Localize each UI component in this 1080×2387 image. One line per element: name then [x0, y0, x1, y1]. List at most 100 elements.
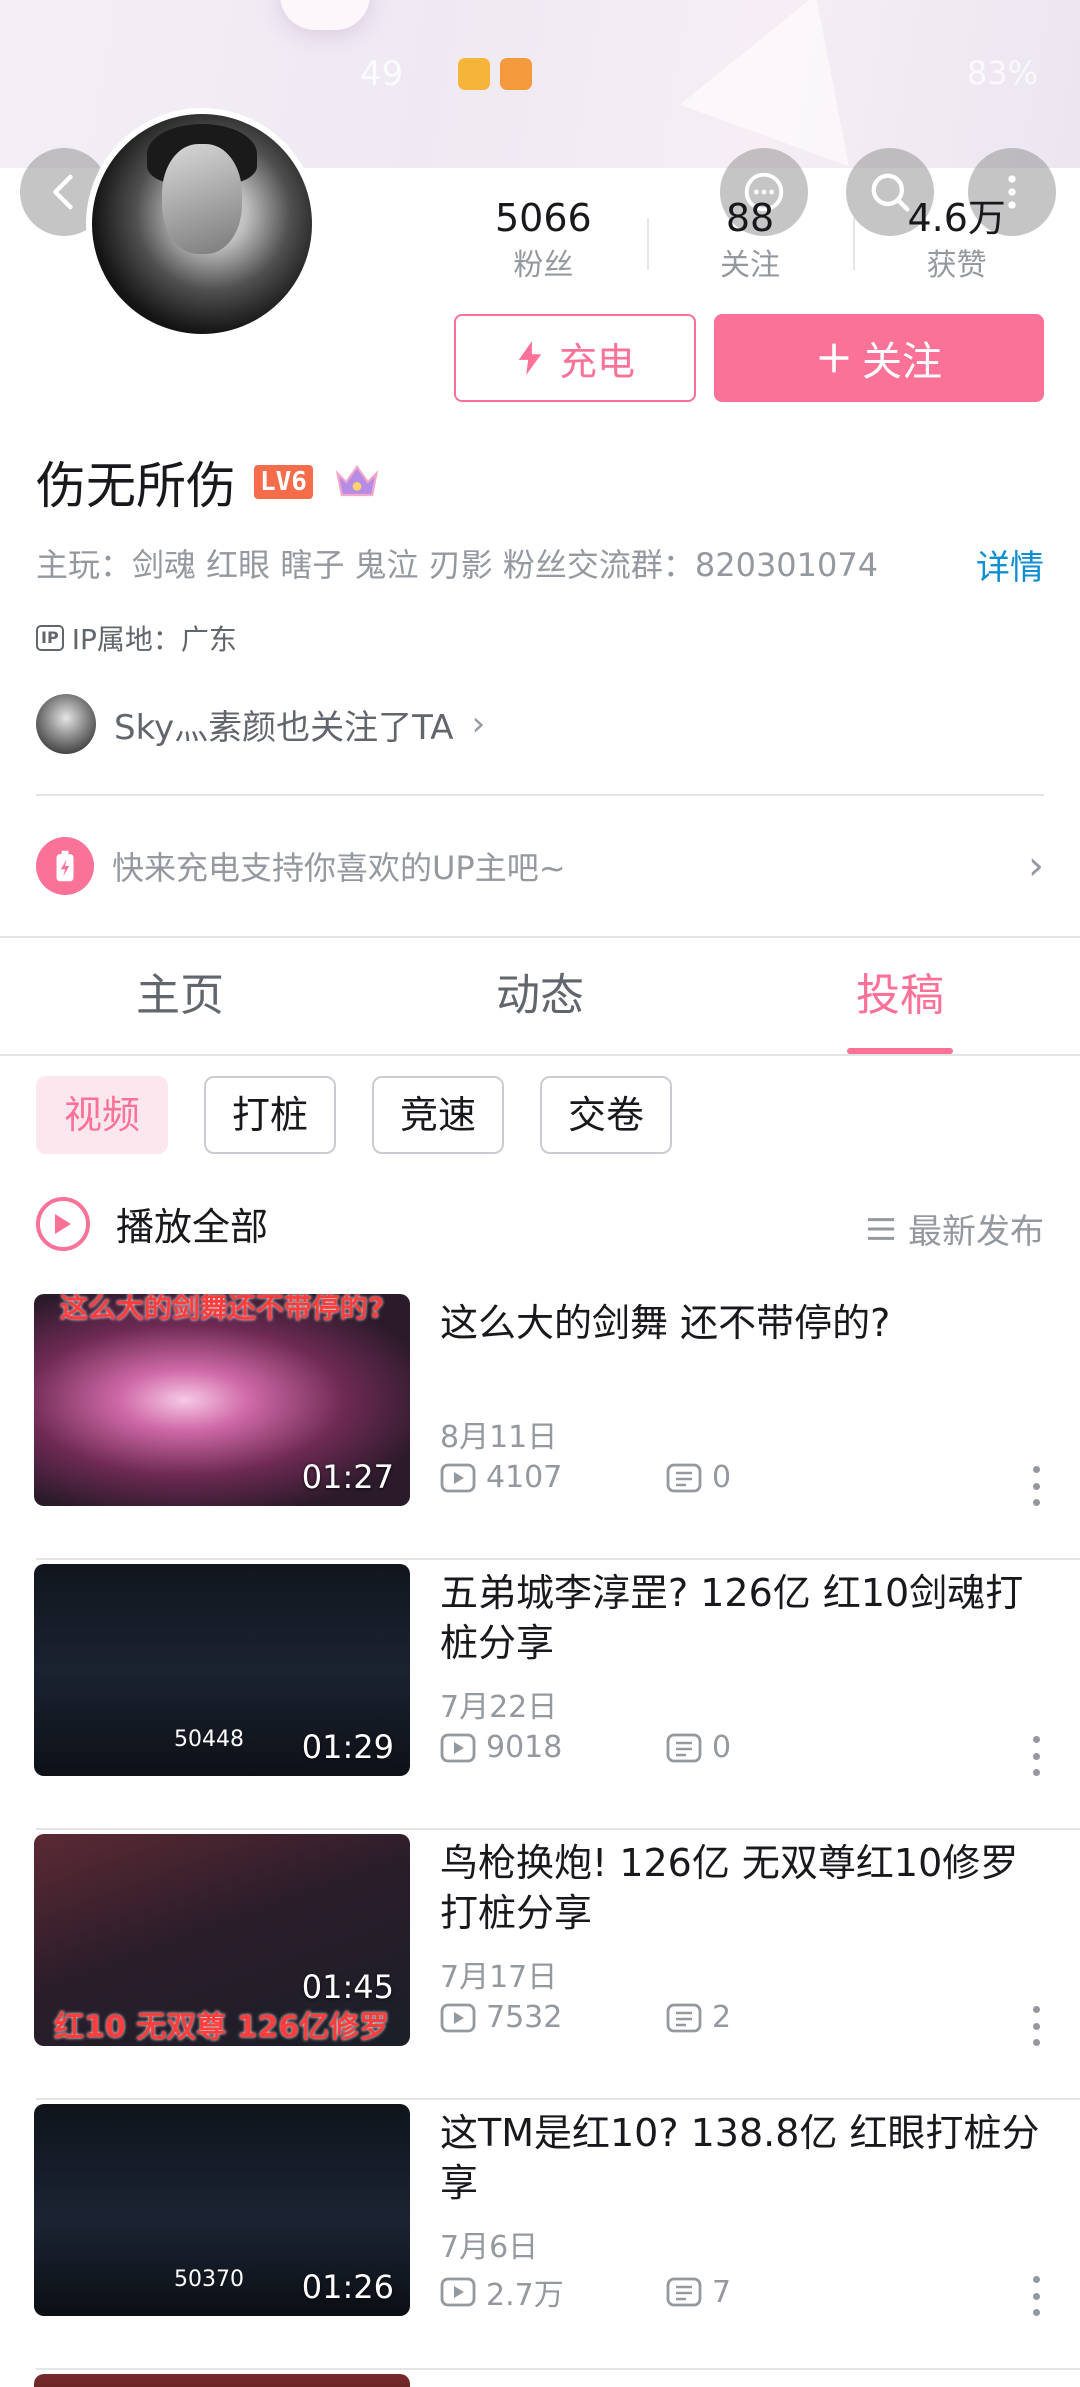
stat-likes[interactable]: 4.6万 获赞	[853, 190, 1060, 290]
comment-count-icon	[666, 2277, 702, 2307]
sort-button[interactable]: 最新发布	[866, 1204, 1044, 1253]
weibo-icon	[458, 58, 490, 90]
charge-button-label: 充电	[558, 339, 635, 384]
play-count: 9018	[486, 1730, 563, 1765]
chevron-left-icon	[53, 174, 73, 210]
chip-dazhuang[interactable]: 打桩	[204, 1076, 337, 1154]
thumbnail-caption: 这么大的剑舞还不带停的?	[59, 1294, 385, 1324]
stat-number: 4.6万	[907, 196, 1006, 240]
video-title[interactable]: 鸟枪换炮! 126亿 无双尊红10修罗 打桩分享	[440, 1838, 1040, 1938]
video-date: 7月17日	[440, 1960, 558, 1995]
video-stats: 7532 2	[440, 2000, 892, 2035]
video-item[interactable]: 50448 01:29 五弟城李淳罡? 126亿 红10剑魂打桩分享 7月22日…	[0, 1560, 1080, 1830]
more-vertical-icon[interactable]	[1032, 2006, 1040, 2046]
detail-link[interactable]: 详情	[976, 540, 1044, 589]
tab-dynamics[interactable]: 动态	[360, 940, 720, 1054]
level-badge: LV6	[254, 465, 313, 499]
more-vertical-icon[interactable]	[1032, 2276, 1040, 2316]
follow-button-label: 关注	[862, 339, 942, 385]
comment-count: 0	[712, 1730, 732, 1765]
battery-level: 83%	[966, 54, 1038, 92]
crown-badge-icon[interactable]	[331, 456, 383, 508]
status-bar: 49 83%	[0, 50, 1080, 94]
more-vertical-icon[interactable]	[1032, 1466, 1040, 1506]
tab-home[interactable]: 主页	[0, 940, 360, 1054]
video-date: 8月11日	[440, 1420, 558, 1455]
video-title[interactable]: 这么大的剑舞 还不带停的?	[440, 1298, 1040, 1348]
ip-icon: IP	[36, 625, 64, 651]
chevron-right-icon: ›	[1028, 843, 1044, 889]
video-thumbnail[interactable]: 红10 无双尊 126亿修罗 01:45	[34, 1834, 410, 2046]
stat-number: 88	[725, 196, 775, 240]
comment-count-icon	[666, 1733, 702, 1762]
chip-race[interactable]: 竞速	[372, 1076, 505, 1154]
profile-tabs: 主页 动态 投稿	[0, 940, 1080, 1056]
comment-count-icon	[666, 2003, 702, 2032]
comment-count: 7	[712, 2274, 732, 2310]
chip-video[interactable]: 视频	[36, 1076, 169, 1154]
battery-charge-icon	[36, 837, 94, 895]
video-stats: 4107 0	[440, 1460, 892, 1495]
video-title[interactable]: 这TM是红10? 138.8亿 红眼打桩分享	[440, 2108, 1040, 2208]
stat-label: 粉丝	[513, 248, 574, 283]
charge-button[interactable]: 充电	[454, 314, 696, 402]
video-date: 7月22日	[440, 1690, 558, 1725]
charge-banner-text: 快来充电支持你喜欢的UP主吧~	[112, 849, 566, 887]
list-icon	[867, 1217, 895, 1240]
video-item[interactable]: 50370 01:26 这TM是红10? 138.8亿 红眼打桩分享 7月6日 …	[0, 2100, 1080, 2370]
thumbnail-score: 50448	[174, 1727, 244, 1752]
video-thumbnail[interactable]: 50370 01:26	[34, 2104, 410, 2316]
mutual-avatar	[36, 694, 96, 754]
play-count-icon	[440, 2003, 476, 2032]
thumbnail-caption: 红10 无双尊 126亿修罗	[54, 2010, 390, 2045]
follow-button[interactable]: 关注	[714, 314, 1044, 402]
play-count: 4107	[486, 1460, 563, 1495]
ip-location-text: IP属地：广东	[71, 623, 237, 656]
divider	[0, 936, 1080, 938]
video-date: 7月6日	[440, 2230, 539, 2265]
category-chips: 视频 打桩 竞速 交卷	[36, 1076, 673, 1154]
video-item[interactable]: 这么大的剑舞还不带停的? 01:27 这么大的剑舞 还不带停的? 8月11日 4…	[0, 1290, 1080, 1560]
chip-submit[interactable]: 交卷	[540, 1076, 673, 1154]
user-avatar[interactable]	[86, 108, 318, 340]
chevron-right-icon: ›	[471, 704, 486, 744]
stat-label: 关注	[720, 248, 780, 283]
video-thumbnail[interactable]	[34, 2374, 410, 2387]
mutual-follow-text: Sky灬素颜也关注了TA	[114, 707, 454, 748]
sort-label: 最新发布	[908, 1212, 1044, 1252]
thumbnail-score: 50370	[174, 2267, 244, 2292]
mutual-follow-row[interactable]: Sky灬素颜也关注了TA ›	[36, 694, 485, 754]
stat-following[interactable]: 88 关注	[646, 190, 854, 290]
play-all-label: 播放全部	[116, 1205, 269, 1249]
more-vertical-icon[interactable]	[1032, 1736, 1040, 1776]
video-duration: 01:29	[301, 1728, 394, 1766]
stat-fans[interactable]: 5066 粉丝	[440, 190, 647, 290]
plus-icon	[819, 343, 849, 373]
play-count: 2.7万	[486, 2278, 564, 2313]
video-duration: 01:26	[301, 2268, 394, 2306]
video-duration: 01:27	[301, 1458, 394, 1496]
stat-number: 5066	[494, 196, 592, 240]
video-app-icon	[500, 58, 532, 90]
charge-support-banner[interactable]: 快来充电支持你喜欢的UP主吧~ ›	[36, 836, 1044, 896]
video-stats: 2.7万 7	[440, 2270, 892, 2314]
tab-uploads[interactable]: 投稿	[720, 940, 1080, 1054]
play-all-button[interactable]: 播放全部	[36, 1196, 268, 1251]
video-item[interactable]: 红10 无双尊 126亿修罗 01:45 鸟枪换炮! 126亿 无双尊红10修罗…	[0, 1830, 1080, 2100]
play-circle-icon	[36, 1196, 90, 1251]
comment-count: 0	[712, 1460, 732, 1495]
user-name: 伤无所伤	[36, 457, 236, 515]
play-count-icon	[440, 1733, 476, 1762]
video-thumbnail[interactable]: 这么大的剑舞还不带停的? 01:27	[34, 1294, 410, 1506]
video-item[interactable]	[0, 2370, 1080, 2387]
video-duration: 01:45	[301, 1968, 394, 2006]
ip-location: IP IP属地：广东	[36, 618, 237, 658]
banner-decoration	[280, 0, 370, 30]
divider	[36, 794, 1044, 796]
video-title[interactable]: 五弟城李淳罡? 126亿 红10剑魂打桩分享	[440, 1568, 1040, 1668]
video-thumbnail[interactable]: 50448 01:29	[34, 1564, 410, 1776]
comment-count: 2	[712, 2000, 732, 2035]
comment-count-icon	[666, 1463, 702, 1492]
profile-stats: 5066 粉丝 88 关注 4.6万 获赞	[440, 190, 1060, 290]
status-time: 49	[360, 54, 404, 94]
